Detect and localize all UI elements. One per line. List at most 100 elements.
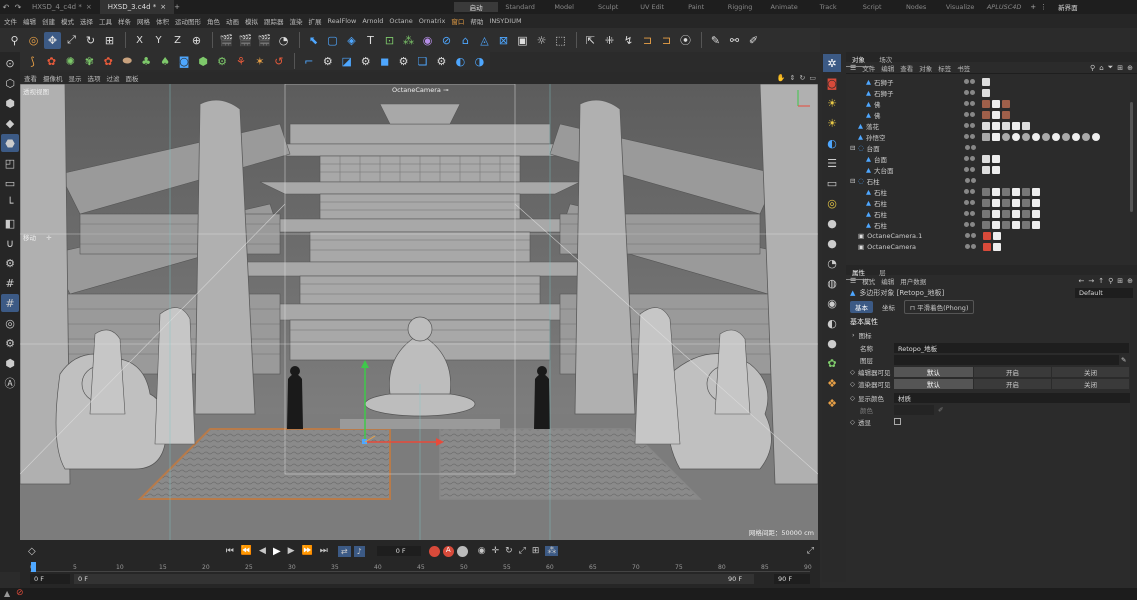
cloner-icon[interactable]: ⁂	[400, 32, 417, 49]
vp-menu-display[interactable]: 显示	[69, 73, 82, 83]
octane-material-3-icon[interactable]: ◔	[823, 254, 841, 272]
menu-window[interactable]: 窗口	[451, 16, 464, 26]
object-row[interactable]: ▲ 石柱	[846, 208, 1137, 219]
hex-icon[interactable]: ⬢	[1, 354, 19, 372]
knife-icon[interactable]: ⚯	[726, 32, 743, 49]
material-tag-icon[interactable]	[983, 242, 992, 251]
material-tag-icon[interactable]	[982, 132, 990, 141]
connector-icon[interactable]: ⚘	[232, 53, 249, 70]
timeline-expand-icon[interactable]: ⤢	[807, 546, 814, 556]
motion-record-icon[interactable]: ◉	[478, 546, 486, 556]
material-tag-icon[interactable]	[982, 110, 990, 119]
octane-square-icon[interactable]: ◼	[376, 53, 393, 70]
plant-icon[interactable]: ✾	[81, 53, 98, 70]
editor-dot-icon[interactable]	[964, 178, 970, 183]
material-tag-icon[interactable]	[992, 220, 1000, 229]
cube-icon[interactable]: ◈	[343, 32, 360, 49]
keyframe-diamond-icon[interactable]: ◇	[850, 394, 855, 402]
material-tag-icon[interactable]	[992, 198, 1000, 207]
obj-menu-bookmarks[interactable]: 书签	[957, 63, 970, 73]
live-select-icon[interactable]: ◎	[25, 32, 42, 49]
prev-key-icon[interactable]: ⏪	[241, 546, 252, 556]
loop-icon[interactable]: ↺	[270, 53, 287, 70]
material-tag-icon[interactable]	[1022, 187, 1030, 196]
object-row[interactable]: ▲ 石柱	[846, 197, 1137, 208]
make-editable-icon[interactable]: ⊙	[1, 54, 19, 72]
attr-menu-userdata[interactable]: 用户数据	[900, 276, 926, 286]
solo-mode-icon[interactable]: ◧	[1, 214, 19, 232]
model-mode-icon[interactable]: ⬣	[1, 134, 19, 152]
back-icon[interactable]: ←	[1078, 277, 1084, 285]
menu-mesh[interactable]: 网格	[137, 16, 150, 26]
object-row[interactable]: ▲ 大台面	[846, 164, 1137, 175]
tag-strip[interactable]	[982, 209, 1042, 218]
tag-strip[interactable]	[982, 99, 1012, 108]
scene-icon[interactable]: ⊠	[495, 32, 512, 49]
collapse-icon[interactable]: ⊟	[850, 144, 858, 152]
tag-strip[interactable]	[982, 220, 1042, 229]
octane-material-2-icon[interactable]: ●	[823, 234, 841, 252]
tag-strip[interactable]	[982, 121, 1032, 130]
attributes-menu-icon[interactable]: ☰	[850, 277, 856, 285]
visibility-dots[interactable]	[964, 156, 976, 161]
material-tag-icon[interactable]	[1042, 132, 1050, 141]
lock-icon[interactable]: ⊞	[1117, 64, 1123, 72]
qr-icon[interactable]: ◙	[176, 53, 193, 70]
octane-logo-icon[interactable]: ✲	[823, 54, 841, 72]
start-field[interactable]: 0 F	[30, 574, 70, 584]
timeline-ruler[interactable]: 0 5 10 15 20 25 30 35 40 45 50 55 60 65 …	[30, 562, 812, 572]
editor-dot-icon[interactable]	[964, 200, 969, 205]
vp-menu-view[interactable]: 查看	[24, 73, 37, 83]
color-swatch[interactable]	[894, 404, 934, 415]
axis-z-button[interactable]: Z	[169, 32, 186, 49]
grid-snap-icon[interactable]: #	[1, 274, 19, 292]
axis-x-button[interactable]: X	[131, 32, 148, 49]
visibility-dots[interactable]	[965, 244, 977, 249]
menu-tools[interactable]: 工具	[99, 16, 112, 26]
object-row[interactable]: ⊟ ◌ 台面	[846, 142, 1137, 153]
render-dot-icon[interactable]	[970, 178, 976, 183]
grid-snap-active-icon[interactable]: #	[1, 294, 19, 312]
xray-checkbox[interactable]	[894, 418, 901, 425]
octane-gear3-icon[interactable]: ⚙	[433, 53, 450, 70]
text-icon[interactable]: T	[362, 32, 379, 49]
render-visible-default[interactable]: 默认	[894, 378, 974, 389]
material-tag-icon[interactable]	[1012, 209, 1020, 218]
menu-mode[interactable]: 模式	[61, 16, 74, 26]
autokey-icon[interactable]: A	[442, 545, 454, 557]
visibility-dots[interactable]	[964, 90, 976, 95]
menu-octane[interactable]: Octane	[389, 17, 412, 25]
layout-nodes[interactable]: Nodes	[894, 3, 938, 11]
key-param-icon[interactable]: ⊞	[532, 546, 540, 556]
home-icon[interactable]: ⌂	[1099, 64, 1103, 72]
icon-row[interactable]: › 图标	[846, 329, 1137, 340]
material-tag-icon[interactable]	[1082, 132, 1090, 141]
clapper-render-view-icon[interactable]: 🎬	[218, 32, 235, 49]
octane-vdb-icon[interactable]: ❖	[823, 374, 841, 392]
sun-flower-icon[interactable]: ✺	[62, 53, 79, 70]
octane-material-7-icon[interactable]: ●	[823, 334, 841, 352]
spread-icon[interactable]: ✶	[251, 53, 268, 70]
material-tag-icon[interactable]	[982, 99, 990, 108]
scale-icon[interactable]: ⤢	[63, 32, 80, 49]
up-icon[interactable]: ↑	[1098, 277, 1104, 285]
material-tag-icon[interactable]	[1092, 132, 1100, 141]
octane-environment-icon[interactable]: ◐	[823, 134, 841, 152]
material-tag-icon[interactable]	[982, 88, 990, 97]
material-tag-icon[interactable]	[1022, 198, 1030, 207]
object-row[interactable]: ▲ 孙悟空	[846, 131, 1137, 142]
material-tag-icon[interactable]	[982, 121, 990, 130]
filter-icon[interactable]: ⏷	[1108, 63, 1114, 72]
object-row[interactable]: ▲ 石柱	[846, 186, 1137, 197]
visibility-dots[interactable]	[964, 178, 977, 183]
menu-spline[interactable]: 样条	[118, 16, 131, 26]
collapse-icon[interactable]: ⊟	[850, 177, 858, 185]
objects-menu-icon[interactable]: ☰	[850, 64, 856, 72]
name-input[interactable]: Retopo_地板	[894, 342, 1129, 353]
layout-sculpt[interactable]: Sculpt	[586, 3, 630, 11]
maximize-icon[interactable]: ▭	[809, 74, 816, 82]
snap-settings-icon[interactable]: ⁜	[601, 32, 618, 49]
material-tag-icon[interactable]	[992, 110, 1000, 119]
render-dot-icon[interactable]	[970, 222, 975, 227]
vp-menu-filter[interactable]: 过滤	[107, 73, 120, 83]
